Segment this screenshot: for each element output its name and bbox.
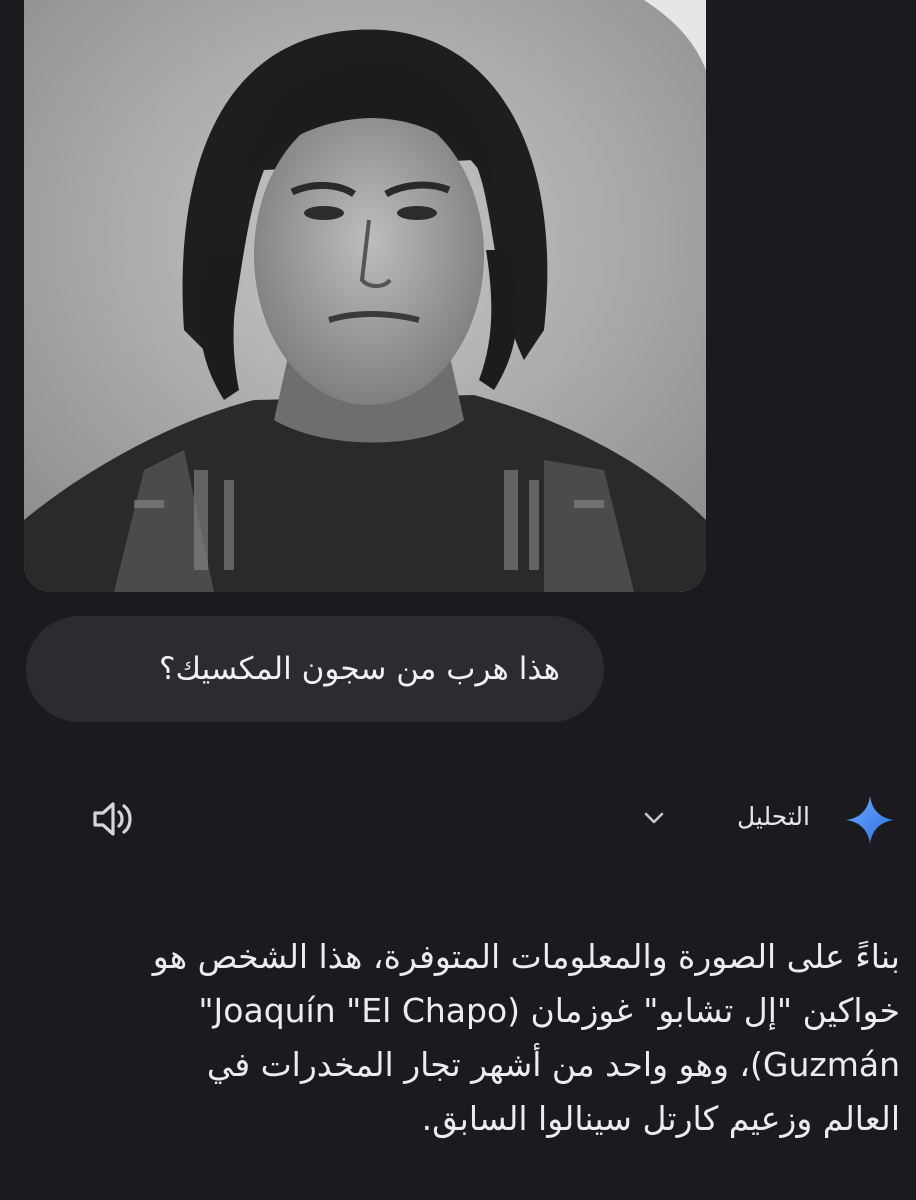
expand-analysis-button[interactable] [636, 800, 672, 836]
assistant-response: بناءً على الصورة والمعلومات المتوفرة، هذ… [20, 930, 900, 1146]
assistant-avatar [842, 792, 898, 848]
response-header: التحليل [0, 776, 916, 860]
response-line: بناءً على الصورة والمعلومات المتوفرة، هذ… [152, 937, 900, 976]
response-line: Guzmán)، وهو واحد من أشهر تجار المخدرات … [206, 1045, 900, 1084]
user-message-text: هذا هرب من سجون المكسيك؟ [159, 651, 560, 687]
chevron-down-icon [644, 812, 664, 824]
user-message-bubble: هذا هرب من سجون المكسيك؟ [26, 616, 604, 722]
portrait-photo-graphic [24, 0, 706, 592]
analysis-toggle-label[interactable]: التحليل [690, 802, 810, 831]
response-line: العالم وزعيم كارتل سينالوا السابق. [421, 1099, 900, 1138]
shared-photo[interactable] [24, 0, 706, 592]
speaker-icon [93, 802, 132, 836]
sparkle-icon [846, 796, 894, 844]
read-aloud-button[interactable] [84, 794, 144, 844]
response-line: خواكين "إل تشابو" غوزمان (Joaquín "El Ch… [198, 991, 900, 1030]
